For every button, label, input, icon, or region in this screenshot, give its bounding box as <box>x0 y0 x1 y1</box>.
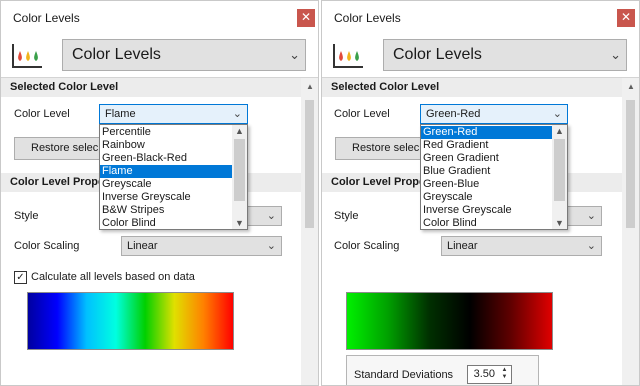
dropdown-options: Green-Red Red Gradient Green Gradient Blue … <box>421 125 567 229</box>
calculate-levels-checkbox[interactable]: ✓ <box>14 271 27 284</box>
dropdown-option[interactable]: Percentile <box>100 126 247 139</box>
close-button[interactable]: ✕ <box>617 9 635 27</box>
scroll-up-icon: ▲ <box>235 126 244 136</box>
window-title: Color Levels <box>13 11 80 25</box>
color-levels-selector[interactable]: Color Levels ⌄ <box>62 39 306 71</box>
chevron-down-icon: ⌄ <box>586 240 596 252</box>
close-button[interactable]: ✕ <box>297 9 315 27</box>
dropdown-option[interactable]: Color Blind <box>421 217 567 229</box>
dropdown-option[interactable]: Inverse Greyscale <box>421 204 567 217</box>
dropdown-scrollbar[interactable]: ▲ ▼ <box>552 125 567 229</box>
chevron-down-icon: ⌄ <box>266 210 276 222</box>
scroll-up-icon: ▲ <box>627 82 635 91</box>
header-row: Color Levels ⌄ <box>1 34 318 76</box>
dropdown-option[interactable]: Greyscale <box>421 191 567 204</box>
scrollbar-thumb[interactable] <box>305 100 314 228</box>
color-drops-icon <box>12 44 42 68</box>
standard-deviations-value: 3.50 <box>473 368 495 380</box>
color-scaling-select[interactable]: Linear ⌄ <box>441 236 602 256</box>
restore-selected-label: Restore selec <box>352 142 420 154</box>
color-level-value: Green-Red <box>426 108 481 120</box>
color-level-dropdown-list[interactable]: Green-Red Red Gradient Green Gradient Blue … <box>420 124 568 230</box>
scroll-down-icon: ▼ <box>555 218 564 228</box>
color-drops-icon <box>333 44 363 68</box>
color-scaling-value: Linear <box>127 240 158 252</box>
dropdown-option[interactable]: Inverse Greyscale <box>100 191 247 204</box>
spin-up-icon[interactable]: ▲ <box>499 367 510 374</box>
dropdown-option[interactable]: Green-Blue <box>421 178 567 191</box>
color-level-label: Color Level <box>334 108 390 120</box>
dropdown-option[interactable]: Flame <box>100 165 247 178</box>
dropdown-option[interactable]: Greyscale <box>100 178 247 191</box>
style-label: Style <box>334 210 359 222</box>
close-icon: ✕ <box>300 10 312 24</box>
section-selected-color-level: Selected Color Level <box>322 78 622 97</box>
color-levels-selector-value: Color Levels <box>72 46 161 63</box>
header-row: Color Levels ⌄ <box>322 34 639 76</box>
color-gradient-preview <box>27 292 234 350</box>
title-bar: Color Levels ✕ <box>322 1 639 34</box>
dropdown-option[interactable]: Color Blind <box>100 217 247 229</box>
spin-down-icon[interactable]: ▼ <box>499 374 510 381</box>
dropdown-option[interactable]: Blue Gradient <box>421 165 567 178</box>
calculate-levels-label: Calculate all levels based on data <box>31 271 195 283</box>
dropdown-option[interactable]: Rainbow <box>100 139 247 152</box>
restore-selected-button[interactable]: Restore selec <box>14 137 104 160</box>
standard-deviations-box: Standard Deviations 3.50 ▲ ▼ <box>346 355 539 385</box>
color-level-value: Flame <box>105 108 136 120</box>
dropdown-scrollbar-thumb[interactable] <box>234 139 245 201</box>
restore-selected-button[interactable]: Restore selec <box>335 137 425 160</box>
dropdown-option[interactable]: Green-Red <box>421 126 567 139</box>
color-level-label: Color Level <box>14 108 70 120</box>
dropdown-scrollbar-thumb[interactable] <box>554 139 565 201</box>
restore-selected-label: Restore selec <box>31 142 99 154</box>
chevron-down-icon: ⌄ <box>586 210 596 222</box>
color-levels-selector[interactable]: Color Levels ⌄ <box>383 39 627 71</box>
chevron-down-icon: ⌄ <box>232 108 242 120</box>
color-scaling-value: Linear <box>447 240 478 252</box>
color-levels-selector-value: Color Levels <box>393 46 482 63</box>
dropdown-option[interactable]: Red Gradient <box>421 139 567 152</box>
chevron-down-icon: ⌄ <box>552 108 562 120</box>
dropdown-options: Percentile Rainbow Green-Black-Red Flame Gre… <box>100 125 247 229</box>
color-scaling-label: Color Scaling <box>334 240 400 252</box>
vertical-scrollbar[interactable]: ▲ <box>622 78 639 385</box>
color-level-dropdown-list[interactable]: Percentile Rainbow Green-Black-Red Flame Gre… <box>99 124 248 230</box>
vertical-scrollbar[interactable]: ▲ <box>301 78 318 385</box>
style-label: Style <box>14 210 39 222</box>
title-bar: Color Levels ✕ <box>1 1 318 34</box>
dropdown-scrollbar[interactable]: ▲ ▼ <box>232 125 247 229</box>
standard-deviations-spinner[interactable]: 3.50 ▲ ▼ <box>467 365 512 384</box>
scrollbar-thumb[interactable] <box>626 100 635 228</box>
scroll-up-icon: ▲ <box>306 82 314 91</box>
color-level-select[interactable]: Flame ⌄ <box>99 104 248 124</box>
color-gradient-preview <box>346 292 553 350</box>
window-title: Color Levels <box>334 11 401 25</box>
chevron-down-icon: ⌄ <box>289 47 300 62</box>
scroll-up-icon: ▲ <box>555 126 564 136</box>
spinner-arrows[interactable]: ▲ ▼ <box>499 367 510 381</box>
dropdown-option[interactable]: Green-Black-Red <box>100 152 247 165</box>
color-levels-panel-left: Color Levels ✕ Color Levels ⌄ Selected C… <box>0 0 319 386</box>
standard-deviations-label: Standard Deviations <box>354 369 454 381</box>
color-level-select[interactable]: Green-Red ⌄ <box>420 104 568 124</box>
section-selected-color-level: Selected Color Level <box>1 78 302 97</box>
dropdown-option[interactable]: Green Gradient <box>421 152 567 165</box>
scroll-down-icon: ▼ <box>235 218 244 228</box>
color-scaling-label: Color Scaling <box>14 240 80 252</box>
color-levels-panel-right: Color Levels ✕ Color Levels ⌄ Selected C… <box>321 0 640 386</box>
color-scaling-select[interactable]: Linear ⌄ <box>121 236 282 256</box>
chevron-down-icon: ⌄ <box>266 240 276 252</box>
chevron-down-icon: ⌄ <box>610 47 621 62</box>
close-icon: ✕ <box>620 10 632 24</box>
dropdown-option[interactable]: B&W Stripes <box>100 204 247 217</box>
checkmark-icon: ✓ <box>16 272 25 283</box>
